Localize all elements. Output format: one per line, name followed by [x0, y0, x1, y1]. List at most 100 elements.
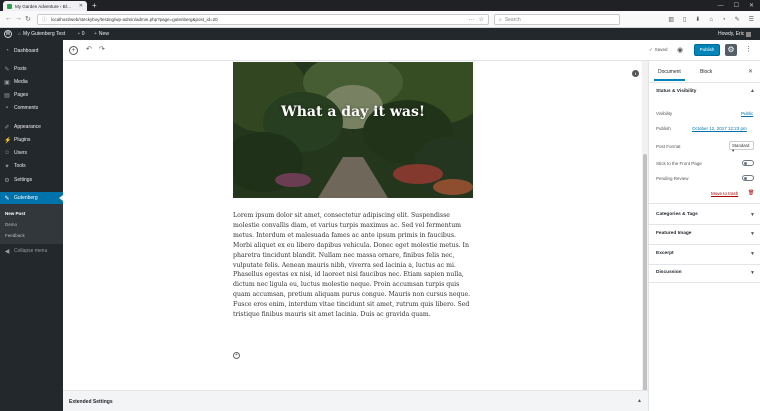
url-bar[interactable]: ⓘ localhost/web/steckyboy/testing/wp-adm…	[37, 14, 489, 25]
minimize-icon[interactable]: —	[718, 3, 724, 9]
menu-item-media[interactable]: ▣ Media	[0, 76, 63, 88]
extended-settings-label: Extended Settings	[69, 399, 113, 405]
block-info-icon[interactable]: i	[632, 70, 639, 77]
move-to-trash-link[interactable]: Move to trash	[711, 191, 738, 196]
menu-icon[interactable]: ☰	[749, 16, 754, 23]
menu-item-plugins[interactable]: ⚡ Plugins	[0, 134, 63, 146]
publish-date-link[interactable]: October 12, 2017 12:23 pm	[692, 126, 747, 131]
undo-icon[interactable]: ↶	[86, 45, 92, 53]
new-tab-button[interactable]: +	[92, 1, 97, 10]
menu-item-label: Settings	[14, 177, 33, 183]
edit-icon: ✎	[4, 195, 10, 202]
back-icon[interactable]: ←	[5, 15, 12, 22]
cover-image-block[interactable]: What a day it was!	[233, 62, 473, 198]
saved-status: ✓ Saved	[649, 47, 668, 53]
info-icon[interactable]: ⓘ	[42, 16, 47, 23]
extended-settings-panel[interactable]: Extended Settings ▲	[63, 390, 648, 411]
wordpress-logo-icon[interactable]: W	[4, 30, 12, 38]
pocket-icon[interactable]: ◔	[722, 17, 726, 23]
submenu-new-post[interactable]: New Post	[5, 211, 25, 216]
status-visibility-title[interactable]: Status & Visibility	[656, 89, 696, 94]
page-actions-icon[interactable]: ···	[469, 17, 475, 23]
window-controls: — ☐ ✕	[718, 0, 754, 11]
more-options-icon[interactable]: ⋮	[745, 45, 752, 53]
gutenberg-submenu: New Post Demo Feedback	[0, 204, 63, 244]
site-name-link[interactable]: ⌂ My Gutenberg Test	[18, 31, 65, 37]
paragraph-block[interactable]: Lorem ipsum dolor sit amet, consectetur …	[233, 211, 473, 320]
plugin-icon: ⚡	[4, 137, 12, 144]
excerpt-panel[interactable]: Excerpt	[656, 251, 674, 256]
menu-item-label: Tools	[14, 163, 26, 169]
settings-gear-icon[interactable]: ⚙	[725, 44, 737, 56]
preview-eye-icon[interactable]: ◉	[677, 46, 683, 54]
pending-review-toggle[interactable]	[742, 175, 754, 181]
collapse-icon: ◀	[4, 248, 10, 255]
scrollbar-thumb[interactable]	[643, 154, 647, 394]
inline-add-block-icon[interactable]: +	[233, 352, 240, 359]
visibility-link[interactable]: Public	[741, 111, 753, 116]
search-input[interactable]: ⌕ Search	[494, 14, 620, 25]
post-format-label: Post Format	[656, 144, 681, 149]
menu-item-dashboard[interactable]: ◔ Dashboard	[0, 45, 63, 57]
tab-document[interactable]: Document	[654, 69, 685, 81]
caret-up-icon[interactable]: ▲	[750, 88, 755, 94]
wp-admin-bar: W ⌂ My Gutenberg Test ▪ 0 + New Howdy, E…	[0, 28, 760, 40]
caret-down-icon[interactable]: ▼	[750, 212, 755, 218]
menu-item-label: Media	[14, 79, 28, 85]
new-content-link[interactable]: + New	[94, 31, 109, 37]
menu-item-settings[interactable]: ⚙ Settings	[0, 174, 63, 186]
caret-down-icon[interactable]: ▼	[750, 231, 755, 237]
forward-icon[interactable]: →	[15, 15, 22, 22]
divider	[649, 282, 760, 283]
cover-title[interactable]: What a day it was!	[233, 104, 473, 120]
sidebar-toggle-icon[interactable]: ▯	[683, 16, 686, 23]
plus-icon: +	[94, 31, 97, 37]
submenu-demo[interactable]: Demo	[5, 222, 17, 227]
post-format-select[interactable]: Standard ▾	[729, 141, 754, 153]
publish-button[interactable]: Publish	[694, 44, 720, 56]
discussion-panel[interactable]: Discussion	[656, 270, 682, 275]
pin-icon: ✎	[4, 66, 10, 73]
close-tab-icon[interactable]: ✕	[79, 3, 83, 9]
library-icon[interactable]: ▥	[668, 16, 674, 23]
menu-item-posts[interactable]: ✎ Posts	[0, 63, 63, 75]
editor-sidebar: Document Block ✕ Status & Visibility ▲ V…	[648, 61, 760, 411]
avatar	[746, 31, 752, 37]
reload-icon[interactable]: ↻	[25, 15, 31, 23]
menu-item-appearance[interactable]: ✐ Appearance	[0, 121, 63, 133]
dashboard-icon: ◔	[5, 48, 9, 54]
collapse-menu-button[interactable]: ◀ Collapse menu	[0, 245, 63, 257]
home-icon[interactable]: ⌂	[709, 17, 713, 23]
redo-icon[interactable]: ↷	[99, 45, 105, 53]
extension-icon[interactable]: ✎	[735, 16, 740, 23]
caret-down-icon[interactable]: ▼	[750, 270, 755, 276]
menu-item-label: Pages	[14, 92, 29, 98]
submenu-feedback[interactable]: Feedback	[5, 233, 25, 238]
browser-tab-title: My Garden Adventure ‹ Bl…	[15, 3, 72, 9]
trash-icon[interactable]: 🗑	[748, 190, 754, 196]
comments-link[interactable]: ▪ 0	[78, 31, 85, 37]
maximize-icon[interactable]: ☐	[734, 2, 739, 9]
categories-tags-panel[interactable]: Categories & Tags	[656, 212, 698, 217]
featured-image-panel[interactable]: Featured Image	[656, 231, 691, 236]
bookmark-star-icon[interactable]: ☆	[479, 16, 484, 23]
menu-item-comments[interactable]: ▪ Comments	[0, 102, 63, 114]
menu-item-users[interactable]: ☺ Users	[0, 147, 63, 159]
menu-item-tools[interactable]: ✦ Tools	[0, 160, 63, 172]
check-icon: ✓	[649, 47, 653, 52]
browser-tab[interactable]: My Garden Adventure ‹ Bl… ✕	[3, 1, 87, 11]
close-window-icon[interactable]: ✕	[749, 2, 754, 9]
menu-item-label: Posts	[14, 66, 27, 72]
download-icon[interactable]: ⬇	[695, 16, 700, 23]
caret-down-icon[interactable]: ▼	[750, 251, 755, 257]
saved-label: Saved	[654, 47, 668, 52]
tab-block[interactable]: Block	[700, 69, 712, 75]
close-sidebar-icon[interactable]: ✕	[748, 68, 753, 75]
menu-item-gutenberg[interactable]: ✎ Gutenberg	[0, 192, 63, 204]
media-icon: ▣	[4, 79, 10, 86]
howdy-account[interactable]: Howdy, Eric	[718, 31, 752, 37]
add-block-button[interactable]: +	[69, 46, 78, 55]
sticky-toggle[interactable]	[742, 160, 754, 166]
pages-icon: ▤	[4, 92, 10, 99]
menu-item-pages[interactable]: ▤ Pages	[0, 89, 63, 101]
